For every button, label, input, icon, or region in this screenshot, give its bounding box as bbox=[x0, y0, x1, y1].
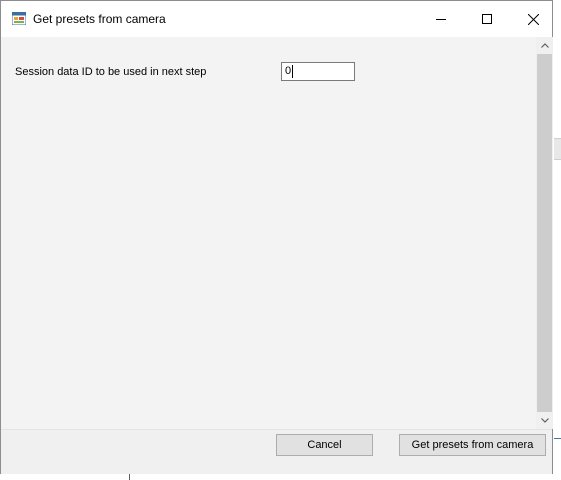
dialog-content: Session data ID to be used in next step … bbox=[1, 37, 553, 474]
cancel-button[interactable]: Cancel bbox=[276, 434, 373, 456]
minimize-icon bbox=[436, 19, 446, 20]
text-caret bbox=[292, 65, 293, 78]
app-window-icon bbox=[12, 12, 26, 25]
session-id-input[interactable]: 0 bbox=[281, 62, 355, 81]
maximize-icon bbox=[482, 14, 492, 24]
title-bar[interactable]: Get presets from camera bbox=[1, 1, 552, 37]
desktop: Get presets from camera Session data ID … bbox=[0, 0, 561, 480]
vertical-scrollbar[interactable] bbox=[536, 37, 553, 429]
background-window-edge bbox=[129, 474, 130, 480]
maximize-button[interactable] bbox=[464, 1, 510, 37]
chevron-down-icon bbox=[540, 418, 549, 423]
scroll-up-button[interactable] bbox=[536, 37, 553, 54]
session-id-value: 0 bbox=[285, 65, 292, 77]
session-id-label: Session data ID to be used in next step bbox=[15, 66, 207, 78]
background-window-edge bbox=[554, 138, 561, 160]
scroll-thumb[interactable] bbox=[537, 54, 552, 412]
scroll-down-button[interactable] bbox=[536, 412, 553, 429]
dialog-window: Get presets from camera Session data ID … bbox=[0, 0, 553, 474]
close-icon bbox=[527, 13, 539, 25]
chevron-up-icon bbox=[540, 43, 549, 48]
get-presets-button[interactable]: Get presets from camera bbox=[399, 434, 546, 456]
window-title: Get presets from camera bbox=[33, 12, 166, 26]
close-button[interactable] bbox=[510, 1, 556, 37]
background-window-edge bbox=[554, 438, 561, 439]
button-bar: Cancel Get presets from camera bbox=[1, 429, 552, 474]
minimize-button[interactable] bbox=[418, 1, 464, 37]
